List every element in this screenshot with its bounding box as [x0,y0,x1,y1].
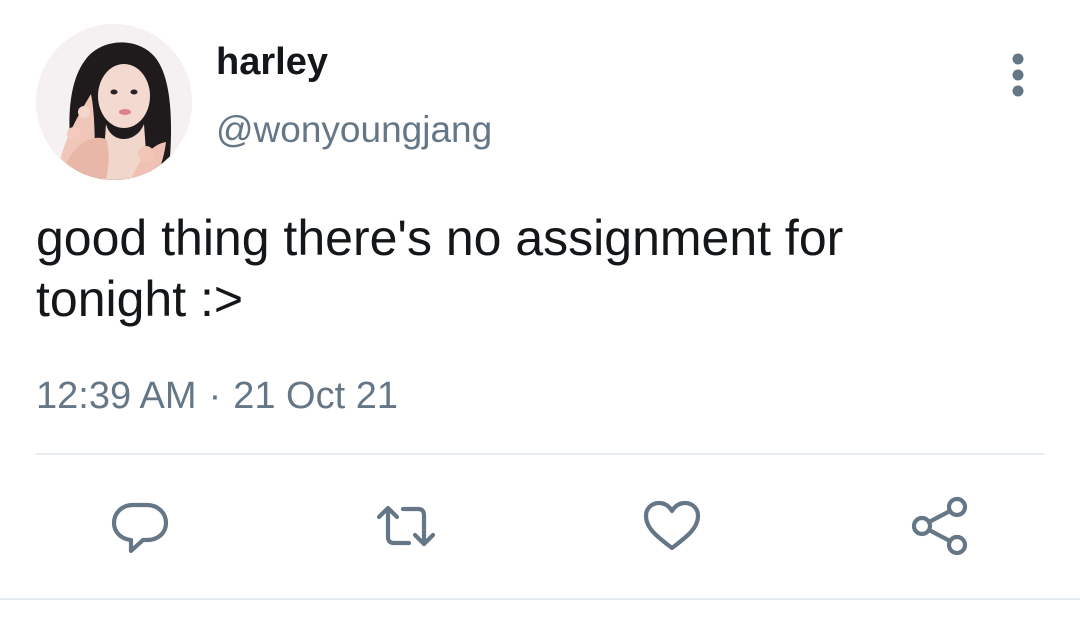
display-name[interactable]: harley [216,40,328,84]
retweet-icon [376,505,436,547]
avatar[interactable] [36,24,192,180]
more-vertical-icon [1012,53,1024,97]
meta-separator: · [208,375,222,417]
reply-icon [111,502,169,554]
reply-button[interactable] [108,494,172,558]
more-options-button[interactable] [996,50,1040,100]
retweet-button[interactable] [374,494,438,558]
tweet-timestamp[interactable]: 12:39 AM · 21 Oct 21 [36,372,398,420]
divider [36,453,1044,455]
share-icon [911,496,968,556]
heart-icon [643,500,701,551]
like-button[interactable] [640,494,704,558]
tweet-text: good thing there's no assignment for ton… [36,210,844,327]
tweet-card: harley @wonyoungjang good thing there's … [0,0,1080,618]
username-handle[interactable]: @wonyoungjang [216,108,492,152]
share-button[interactable] [908,494,972,558]
tweet-date: 21 Oct 21 [233,375,398,417]
tweet-time: 12:39 AM [36,375,197,417]
bottom-divider [0,598,1080,600]
